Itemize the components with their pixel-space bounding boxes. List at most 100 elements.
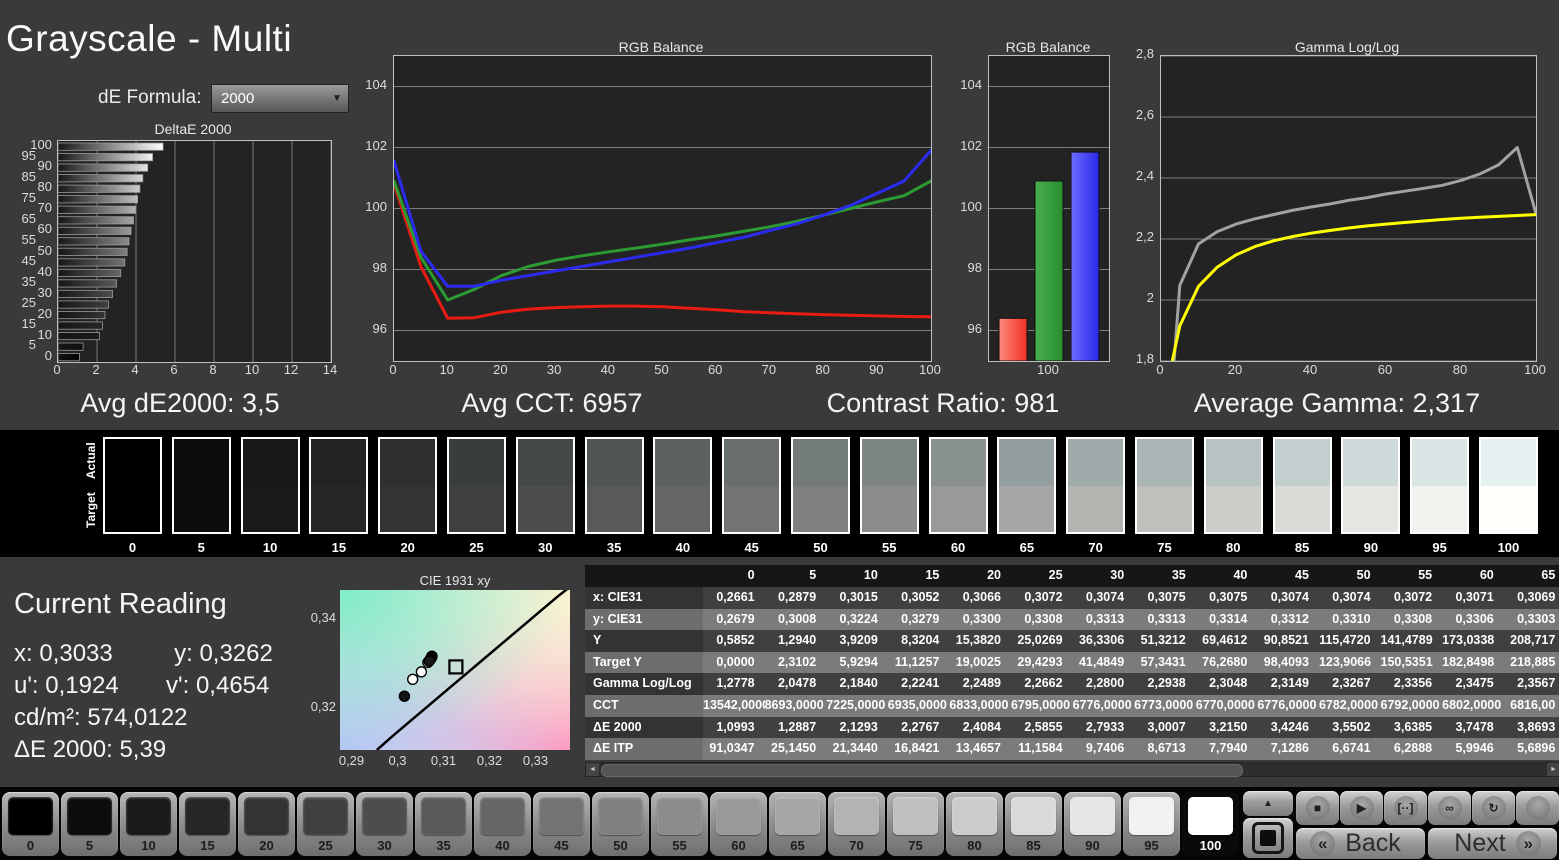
table-cell: 15,3820 bbox=[949, 630, 1011, 652]
play-button[interactable]: ▶ bbox=[1340, 791, 1383, 825]
pattern-level-button-55[interactable]: 55 bbox=[651, 792, 708, 856]
blank-icon bbox=[1526, 796, 1550, 820]
table-cell: 2,2767 bbox=[888, 717, 950, 739]
pattern-level-button-5[interactable]: 5 bbox=[61, 792, 118, 856]
grayscale-swatch: 80 bbox=[1204, 437, 1263, 555]
table-cell: 0,3069 bbox=[1504, 587, 1559, 609]
pattern-level-button-90[interactable]: 90 bbox=[1064, 792, 1121, 856]
pattern-level-button-25[interactable]: 25 bbox=[297, 792, 354, 856]
grayscale-swatch: 50 bbox=[791, 437, 850, 555]
pattern-level-swatch bbox=[126, 797, 171, 835]
table-cell: 0,2661 bbox=[703, 587, 765, 609]
actual-swatch bbox=[518, 439, 573, 486]
pattern-level-label: 50 bbox=[613, 835, 627, 856]
rgb-balance-bar-chart bbox=[988, 55, 1110, 362]
blank-button[interactable] bbox=[1516, 791, 1559, 825]
up-arrow-button[interactable]: ▲ bbox=[1243, 791, 1293, 816]
axis-tick-label: 55 bbox=[22, 232, 36, 247]
table-cell: 0,3071 bbox=[1442, 587, 1504, 609]
grayscale-swatch: 90 bbox=[1341, 437, 1400, 555]
actual-swatch bbox=[105, 439, 160, 486]
chevron-down-icon: ▼ bbox=[326, 93, 348, 104]
back-button[interactable]: « Back bbox=[1296, 828, 1425, 859]
target-swatch bbox=[931, 486, 986, 533]
actual-swatch bbox=[243, 439, 298, 486]
table-cell: 8,3204 bbox=[888, 630, 950, 652]
table-cell: 36,3306 bbox=[1073, 630, 1135, 652]
pattern-level-button-40[interactable]: 40 bbox=[474, 792, 531, 856]
table-cell: 2,2662 bbox=[1011, 673, 1073, 695]
pattern-level-button-30[interactable]: 30 bbox=[356, 792, 413, 856]
stop-button[interactable]: ■ bbox=[1296, 791, 1339, 825]
axis-tick-label: 98 bbox=[968, 260, 982, 275]
interval-button[interactable]: [··] bbox=[1384, 791, 1427, 825]
pattern-level-label: 30 bbox=[377, 835, 391, 856]
table-cell: 25,0269 bbox=[1011, 630, 1073, 652]
axis-tick-label: 96 bbox=[968, 321, 982, 336]
table-cell: 91,0347 bbox=[703, 738, 765, 760]
table-scrollbar[interactable]: ◄ ► bbox=[585, 762, 1559, 777]
table-cell: 98,4093 bbox=[1257, 652, 1319, 674]
axis-tick-label: 102 bbox=[365, 138, 387, 153]
table-cell: 2,3048 bbox=[1196, 673, 1258, 695]
grayscale-swatch: 20 bbox=[378, 437, 437, 555]
pattern-window-button[interactable] bbox=[1243, 818, 1293, 858]
pattern-level-button-50[interactable]: 50 bbox=[592, 792, 649, 856]
axis-tick-label: 15 bbox=[22, 316, 36, 331]
table-cell: 6792,0000 bbox=[1381, 695, 1443, 717]
axis-tick-label: 2,6 bbox=[1136, 107, 1154, 122]
scrollbar-thumb[interactable] bbox=[601, 764, 1243, 777]
table-cell: 9,7406 bbox=[1073, 738, 1135, 760]
pattern-level-button-75[interactable]: 75 bbox=[887, 792, 944, 856]
pattern-level-button-95[interactable]: 95 bbox=[1123, 792, 1180, 856]
pattern-level-button-45[interactable]: 45 bbox=[533, 792, 590, 856]
axis-tick-label: 12 bbox=[284, 362, 298, 377]
next-button[interactable]: Next » bbox=[1428, 828, 1557, 859]
pattern-level-swatch bbox=[303, 797, 348, 835]
stat-avg-de: Avg dE2000: 3,5 bbox=[80, 388, 279, 419]
table-cell: 57,3431 bbox=[1134, 652, 1196, 674]
axis-tick-label: 100 bbox=[919, 362, 941, 377]
pattern-level-button-20[interactable]: 20 bbox=[238, 792, 295, 856]
table-cell: 115,4720 bbox=[1319, 630, 1381, 652]
reading-de: ΔE 2000: 5,39 bbox=[14, 736, 166, 764]
pattern-level-label: 70 bbox=[849, 835, 863, 856]
table-cell: 8693,0000 bbox=[765, 695, 827, 717]
table-cell: 0,3310 bbox=[1319, 609, 1381, 631]
pattern-level-button-80[interactable]: 80 bbox=[946, 792, 1003, 856]
pattern-level-button-65[interactable]: 65 bbox=[769, 792, 826, 856]
axis-tick-label: 10 bbox=[38, 327, 52, 342]
pattern-level-button-15[interactable]: 15 bbox=[179, 792, 236, 856]
pattern-level-button-100[interactable]: 100 bbox=[1182, 792, 1239, 856]
scroll-left-icon[interactable]: ◄ bbox=[586, 763, 599, 776]
pattern-level-label: 85 bbox=[1026, 835, 1040, 856]
axis-tick-label: 2 bbox=[1147, 290, 1154, 305]
stat-avg-cct: Avg CCT: 6957 bbox=[461, 388, 642, 419]
de-formula-select[interactable]: 2000 ▼ bbox=[211, 84, 349, 113]
scroll-right-icon[interactable]: ► bbox=[1547, 763, 1559, 776]
pattern-level-button-10[interactable]: 10 bbox=[120, 792, 177, 856]
pattern-level-button-60[interactable]: 60 bbox=[710, 792, 767, 856]
pattern-level-label: 100 bbox=[1200, 835, 1222, 856]
table-cell: 21,3440 bbox=[826, 738, 888, 760]
table-cell: 6782,0000 bbox=[1319, 695, 1381, 717]
pattern-level-button-70[interactable]: 70 bbox=[828, 792, 885, 856]
swatch-level-label: 5 bbox=[198, 540, 205, 555]
table-cell: 6770,0000 bbox=[1196, 695, 1258, 717]
loop-infinite-button[interactable]: ∞ bbox=[1428, 791, 1471, 825]
refresh-button[interactable]: ↻ bbox=[1472, 791, 1515, 825]
pattern-level-button-85[interactable]: 85 bbox=[1005, 792, 1062, 856]
axis-tick-label: 104 bbox=[365, 77, 387, 92]
pattern-level-swatch bbox=[952, 797, 997, 835]
table-row: Target Y0,00002,31025,929411,125719,0025… bbox=[585, 652, 1559, 674]
table-cell: 2,2489 bbox=[949, 673, 1011, 695]
pattern-level-label: 65 bbox=[790, 835, 804, 856]
axis-tick-label: 6 bbox=[170, 362, 177, 377]
swatch-level-label: 35 bbox=[607, 540, 621, 555]
pattern-level-button-0[interactable]: 0 bbox=[2, 792, 59, 856]
actual-swatch bbox=[931, 439, 986, 486]
pattern-level-button-35[interactable]: 35 bbox=[415, 792, 472, 856]
grayscale-swatch: 10 bbox=[241, 437, 300, 555]
actual-swatch bbox=[1412, 439, 1467, 486]
actual-swatch bbox=[449, 439, 504, 486]
